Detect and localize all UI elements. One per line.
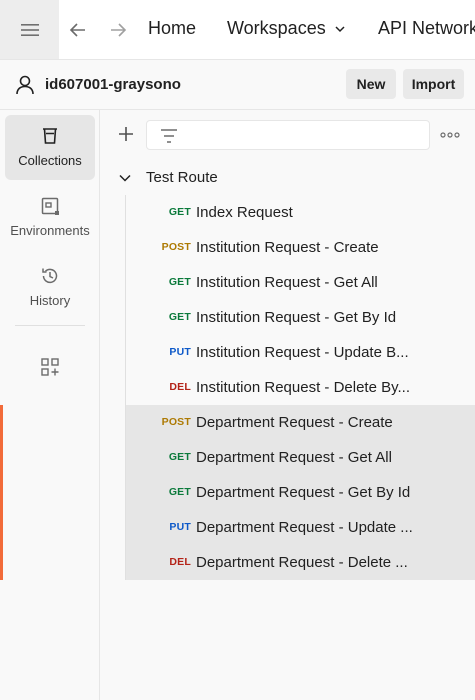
collection-row[interactable]: Test Route bbox=[101, 160, 475, 195]
request-row[interactable]: DEL Department Request - Delete ... bbox=[101, 545, 475, 580]
collections-icon bbox=[43, 128, 57, 144]
nav-workspaces-label: Workspaces bbox=[227, 18, 326, 38]
request-name: Institution Request - Delete By... bbox=[196, 379, 410, 396]
request-name: Department Request - Delete ... bbox=[196, 554, 408, 571]
sidebar-item-history[interactable]: History bbox=[5, 255, 95, 320]
request-row[interactable]: GET Index Request bbox=[101, 195, 475, 230]
request-name: Index Request bbox=[196, 204, 293, 221]
request-method-badge: PUT bbox=[169, 346, 191, 358]
request-method-badge: POST bbox=[161, 241, 191, 253]
user-icon bbox=[16, 75, 34, 95]
forward-button[interactable] bbox=[107, 19, 129, 41]
request-row[interactable]: DEL Institution Request - Delete By... bbox=[101, 370, 475, 405]
sidebar-item-environments[interactable]: Environments bbox=[5, 185, 95, 250]
filter-icon bbox=[161, 129, 177, 143]
request-row[interactable]: GET Institution Request - Get By Id bbox=[101, 300, 475, 335]
request-method-badge: GET bbox=[168, 276, 191, 288]
grid-plus-icon bbox=[41, 358, 59, 376]
hamburger-icon bbox=[20, 23, 39, 36]
add-collection-button[interactable] bbox=[115, 123, 137, 145]
workspace-header: id607001-graysono New Import bbox=[0, 60, 475, 110]
nav-api-network-label: API Network bbox=[378, 18, 475, 38]
request-row[interactable]: PUT Institution Request - Update B... bbox=[101, 335, 475, 370]
collection-name: Test Route bbox=[146, 169, 218, 186]
sidebar-configure-button[interactable] bbox=[5, 346, 95, 386]
request-name: Department Request - Get By Id bbox=[196, 484, 411, 501]
request-row[interactable]: POST Institution Request - Create bbox=[101, 230, 475, 265]
new-button[interactable]: New bbox=[346, 69, 396, 99]
request-name: Institution Request - Create bbox=[196, 239, 379, 256]
rail-divider bbox=[15, 325, 85, 326]
workspace-name[interactable]: id607001-graysono bbox=[45, 76, 181, 93]
nav-workspaces[interactable]: Workspaces bbox=[227, 18, 346, 39]
request-method-badge: GET bbox=[168, 311, 191, 323]
plus-icon bbox=[119, 127, 133, 141]
chevron-down-icon bbox=[335, 25, 345, 32]
request-row[interactable]: GET Department Request - Get All bbox=[101, 440, 475, 475]
request-name: Institution Request - Get By Id bbox=[196, 309, 397, 326]
request-row[interactable]: GET Department Request - Get By Id bbox=[101, 475, 475, 510]
filter-input[interactable] bbox=[146, 120, 430, 150]
request-name: Department Request - Get All bbox=[196, 449, 392, 466]
request-name: Institution Request - Get All bbox=[196, 274, 378, 291]
arrow-left-icon bbox=[69, 23, 85, 37]
nav-home-label: Home bbox=[148, 18, 197, 38]
request-row[interactable]: PUT Department Request - Update ... bbox=[101, 510, 475, 545]
request-row[interactable]: GET Institution Request - Get All bbox=[101, 265, 475, 300]
sidebar-item-label: History bbox=[29, 293, 71, 308]
request-method-badge: GET bbox=[168, 486, 191, 498]
request-name: Department Request - Update ... bbox=[196, 519, 413, 536]
history-icon bbox=[42, 268, 58, 284]
request-method-badge: DEL bbox=[169, 556, 191, 568]
sidebar-item-collections[interactable]: Collections bbox=[5, 115, 95, 180]
selection-accent-bar bbox=[0, 405, 3, 580]
sidebar-item-label: Collections bbox=[18, 153, 82, 168]
request-method-badge: GET bbox=[168, 451, 191, 463]
request-method-badge: POST bbox=[161, 416, 191, 428]
back-button[interactable] bbox=[67, 19, 89, 41]
nav-api-network[interactable]: API Network bbox=[378, 18, 475, 39]
request-row[interactable]: POST Department Request - Create bbox=[101, 405, 475, 440]
collections-panel: Test Route GET Index Request POST Instituti… bbox=[101, 110, 475, 700]
request-name: Department Request - Create bbox=[196, 414, 393, 431]
request-method-badge: DEL bbox=[169, 381, 191, 393]
more-options-button[interactable] bbox=[439, 124, 461, 146]
arrow-right-icon bbox=[111, 23, 127, 37]
chevron-down-icon bbox=[119, 174, 131, 182]
more-horizontal-icon bbox=[440, 132, 460, 138]
request-method-badge: PUT bbox=[169, 521, 191, 533]
sidebar-rail: Collections Environments History bbox=[0, 110, 100, 700]
import-button[interactable]: Import bbox=[403, 69, 464, 99]
menu-button[interactable] bbox=[0, 0, 59, 59]
sidebar-item-label: Environments bbox=[10, 223, 90, 238]
top-bar: Home Workspaces API Network bbox=[0, 0, 475, 60]
nav-home[interactable]: Home bbox=[148, 18, 196, 39]
request-method-badge: GET bbox=[168, 206, 191, 218]
request-name: Institution Request - Update B... bbox=[196, 344, 409, 361]
environments-icon bbox=[41, 197, 59, 215]
